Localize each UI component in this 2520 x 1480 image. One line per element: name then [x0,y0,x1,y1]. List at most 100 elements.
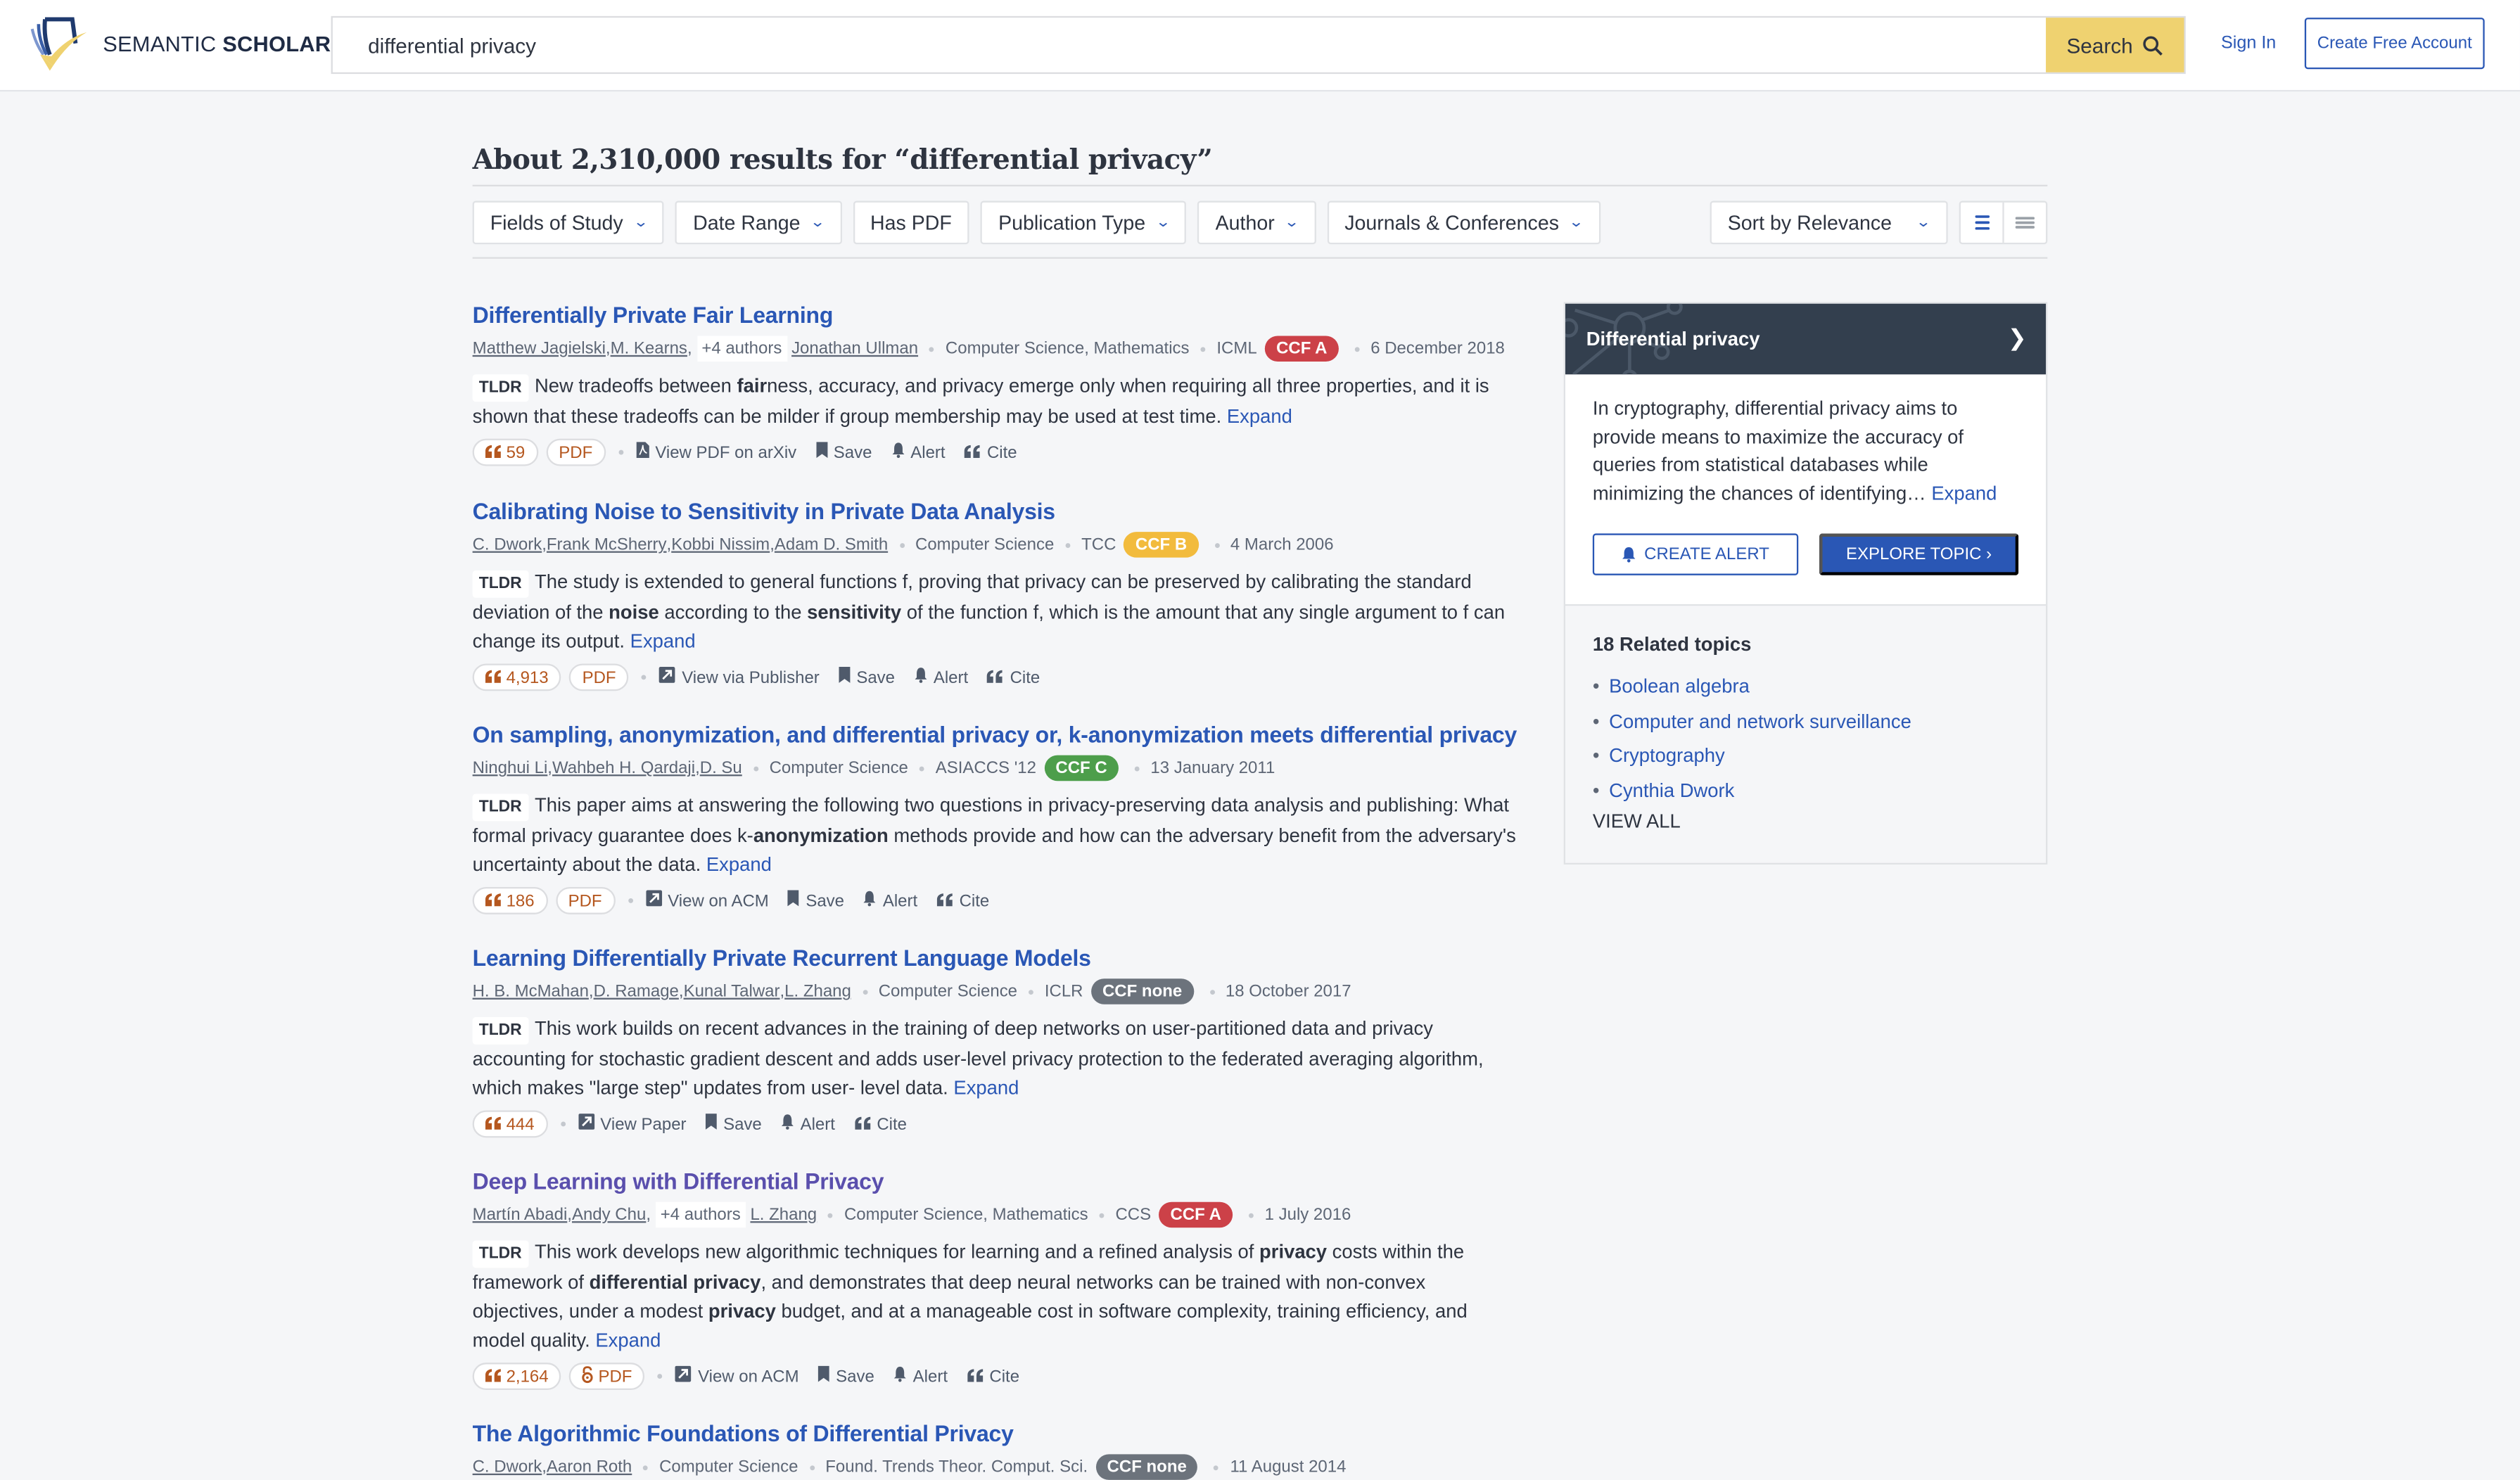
topic-expand-link[interactable]: Expand [1931,481,1997,504]
author-link[interactable]: Andy Chu [572,1205,646,1224]
paper-title-link[interactable]: Learning Differentially Private Recurren… [473,945,1517,971]
author-link[interactable]: L. Zhang [784,982,851,1001]
cite-label: Cite [986,442,1017,462]
author-link[interactable]: C. Dwork [473,1457,542,1476]
related-topic-link[interactable]: • Cynthia Dwork [1593,774,2018,808]
filter-label: Author [1215,211,1275,234]
citation-count-button[interactable]: 186 [472,886,547,914]
cite-button[interactable]: Cite [967,1367,1019,1386]
author-link[interactable]: Jonathan Ullman [791,339,918,358]
explore-topic-button[interactable]: EXPLORE TOPIC › [1819,533,2019,575]
create-account-button[interactable]: Create Free Account [2304,18,2485,70]
author-link[interactable]: Aaron Roth [547,1457,632,1476]
expanded-view-button[interactable] [1961,203,2002,243]
search-button[interactable]: Search [2046,18,2184,72]
author-link[interactable]: Kunal Talwar [684,982,780,1001]
save-button[interactable]: Save [788,890,844,912]
cite-button[interactable]: Cite [987,668,1040,687]
view-pdf-link[interactable]: View PDF on arXiv [635,442,796,463]
expand-link[interactable]: Expand [1227,405,1292,428]
paper-actions: 444 View Paper Save Alert Cite [472,1110,1517,1138]
save-button[interactable]: Save [815,442,872,463]
cite-button[interactable]: Cite [936,891,989,910]
view-publisher-link[interactable]: View Paper [578,1114,687,1135]
alert-button[interactable]: Alert [891,442,946,463]
pdf-label: PDF [582,668,616,687]
author-link[interactable]: Martín Abadi [473,1205,568,1224]
paper-meta: Matthew Jagielski, M. Kearns, +4 authors J… [473,336,1517,362]
alert-button[interactable]: Alert [863,891,917,912]
author-link[interactable]: Adam D. Smith [775,535,888,554]
pdf-badge[interactable]: PDF [545,438,606,466]
alert-label: Alert [933,668,969,687]
filter-author[interactable]: Author ⌄ [1197,200,1316,245]
filter-journals-conferences[interactable]: Journals & Conferences ⌄ [1327,200,1601,245]
pdf-badge[interactable]: PDF [569,1363,645,1391]
author-link[interactable]: H. B. McMahan [473,982,589,1001]
paper-title-link[interactable]: On sampling, anonymization, and differen… [473,722,1517,748]
author-link[interactable]: C. Dwork [473,535,542,554]
author-link[interactable]: Matthew Jagielski [473,339,606,358]
search-button-label: Search [2066,32,2133,58]
citation-count-button[interactable]: 2,164 [472,1363,561,1391]
chevron-down-icon: ⌄ [809,213,826,230]
expand-link[interactable]: Expand [706,853,772,876]
more-authors-button[interactable]: +4 authors [696,336,787,362]
citation-count-button[interactable]: 444 [472,1110,547,1138]
pdf-label: PDF [568,891,602,911]
sign-in-link[interactable]: Sign In [2221,34,2276,53]
filter-has-pdf[interactable]: Has PDF [852,200,969,245]
related-topic-link[interactable]: • Computer and network surveillance [1593,705,2018,739]
view-publisher-link[interactable]: View via Publisher [659,667,820,688]
expanded-list-icon [1974,215,1989,230]
compact-view-button[interactable] [2002,202,2046,243]
cite-button[interactable]: Cite [964,442,1017,462]
view-publisher-link[interactable]: View on ACM [675,1365,799,1387]
author-link[interactable]: Wahbeh H. Qardaji [552,758,695,777]
expand-link[interactable]: Expand [595,1329,661,1351]
search-result: The Algorithmic Foundations of Different… [473,1420,1517,1480]
pdf-badge[interactable]: PDF [555,886,615,914]
author-link[interactable]: Kobbi Nissim [671,535,770,554]
author-link[interactable]: D. Ramage [594,982,679,1001]
create-alert-button[interactable]: CREATE ALERT [1592,533,1799,575]
paper-title-link[interactable]: Deep Learning with Differential Privacy [473,1168,1517,1194]
view-publisher-link[interactable]: View on ACM [645,890,769,912]
save-button[interactable]: Save [839,667,895,688]
citation-count-button[interactable]: 4,913 [472,663,561,691]
sort-dropdown[interactable]: Sort by Relevance ⌄ [1710,200,1948,245]
alert-button[interactable]: Alert [781,1114,835,1135]
author-link[interactable]: Ninghui Li [473,758,548,777]
filter-publication-type[interactable]: Publication Type ⌄ [980,200,1187,245]
paper-title-link[interactable]: Calibrating Noise to Sensitivity in Priv… [473,498,1517,524]
separator-dot [642,675,647,680]
more-authors-button[interactable]: +4 authors [655,1201,746,1228]
related-topic-link[interactable]: • Cryptography [1593,739,2018,774]
related-topic-label: Cryptography [1609,744,1725,767]
filter-date-range[interactable]: Date Range ⌄ [675,200,841,245]
save-button[interactable]: Save [818,1365,874,1387]
view-all-link[interactable]: VIEW ALL [1593,810,2018,832]
alert-button[interactable]: Alert [893,1366,948,1387]
semantic-scholar-logo[interactable]: SEMANTIC SCHOLAR [26,16,331,71]
expand-link[interactable]: Expand [630,630,696,652]
expand-link[interactable]: Expand [953,1077,1019,1099]
paper-title-link[interactable]: Differentially Private Fair Learning [473,302,1517,328]
filter-fields-of-study[interactable]: Fields of Study ⌄ [472,200,664,245]
alert-button[interactable]: Alert [914,667,968,688]
paper-title-link[interactable]: The Algorithmic Foundations of Different… [473,1420,1517,1446]
save-button[interactable]: Save [705,1114,762,1135]
search-input[interactable] [332,18,2047,72]
search-result: Deep Learning with Differential Privacy M… [472,1168,1517,1391]
author-link[interactable]: Frank McSherry [547,535,667,554]
citation-count-button[interactable]: 59 [472,438,538,466]
paper-actions: 186 PDF View on ACM Save Alert Cite [472,886,1517,914]
paper-actions: 59 PDF View PDF on arXiv Save Alert Cite [472,438,1517,466]
pdf-badge[interactable]: PDF [569,663,629,691]
related-topic-link[interactable]: • Boolean algebra [1593,670,2018,705]
topic-card-header[interactable]: Differential privacy ❯ [1565,303,2047,375]
author-link[interactable]: L. Zhang [750,1205,817,1224]
author-link[interactable]: M. Kearns [611,339,687,358]
author-link[interactable]: D. Su [700,758,742,777]
cite-button[interactable]: Cite [854,1114,907,1134]
